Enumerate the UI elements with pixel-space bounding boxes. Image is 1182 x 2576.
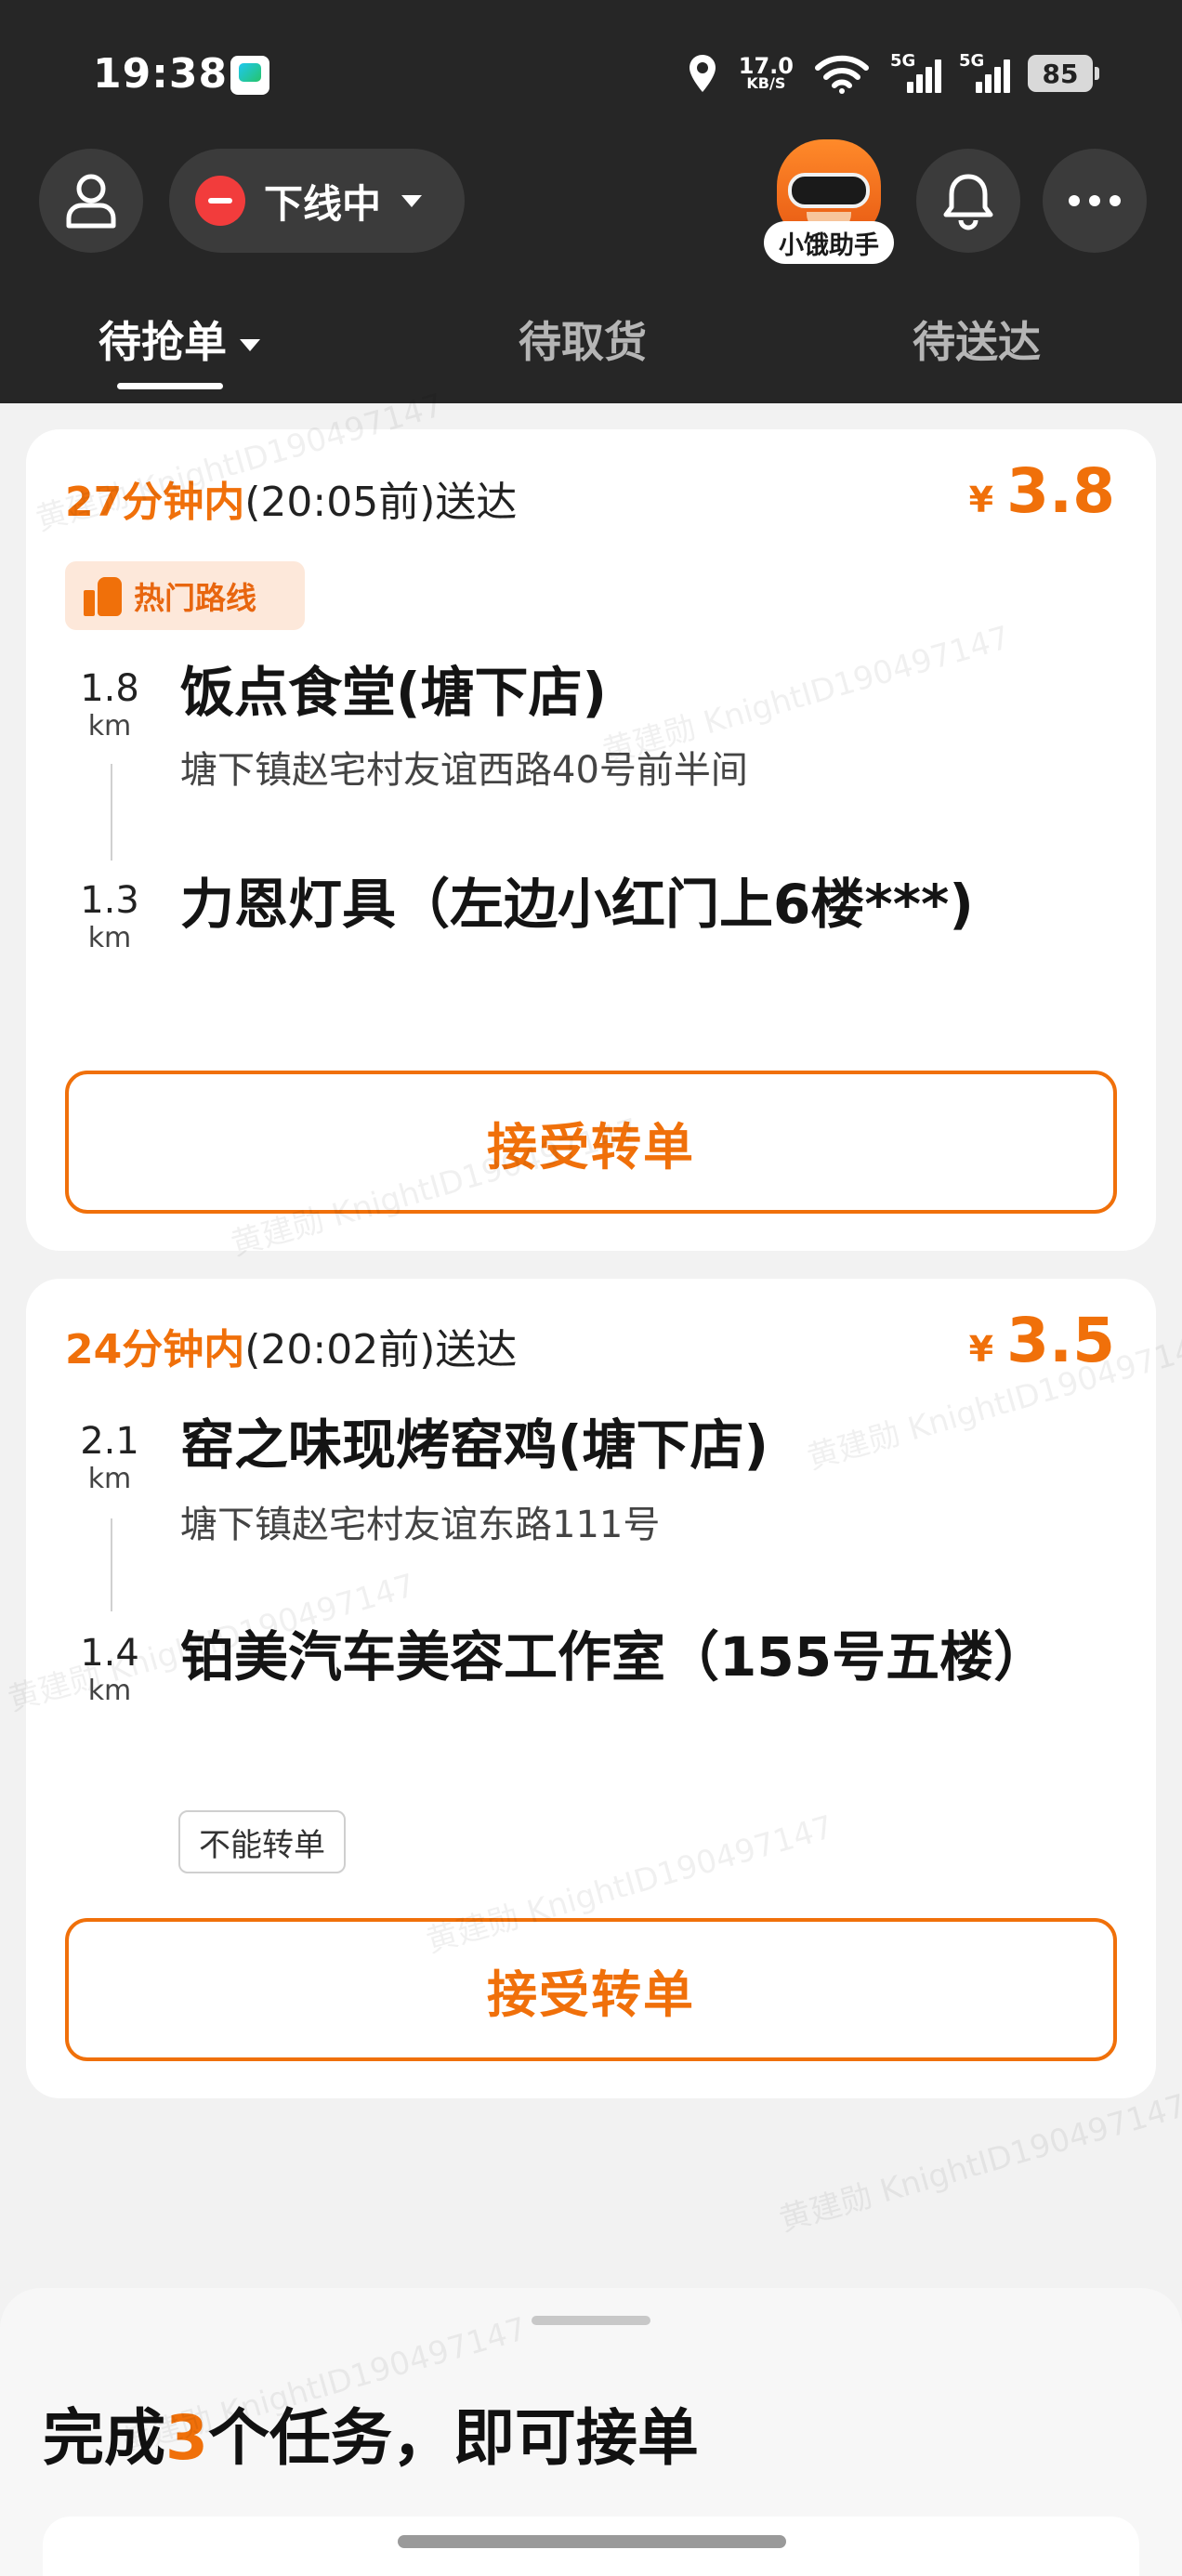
location-icon — [689, 55, 716, 92]
net-speed: 17.0 KB/S — [738, 53, 794, 92]
status-time: 19:38 — [93, 50, 229, 98]
tab-to-deliver-label: 待送达 — [913, 317, 1041, 367]
signal-1-label: 5G — [890, 51, 916, 71]
price-amount: 3.8 — [1006, 455, 1115, 527]
dropoff-name: 铂美汽车美容工作室（155号五楼） — [180, 1625, 1048, 1689]
eta-deadline: (20:05前)送达 — [244, 479, 518, 526]
signal-2-label: 5G — [959, 51, 985, 71]
work-status-toggle[interactable]: 下线中 — [169, 149, 465, 253]
battery-level: 85 — [1042, 58, 1079, 89]
pickup-distance-unit: km — [87, 1463, 132, 1495]
delivery-eta: 24分钟内(20:02前)送达 — [65, 1316, 517, 1375]
assistant-button[interactable]: 小饿助手 — [764, 139, 894, 266]
accept-transfer-button[interactable]: 接受转单 — [65, 1918, 1117, 2061]
more-button[interactable] — [1043, 149, 1147, 253]
price-amount: 3.5 — [1006, 1305, 1115, 1376]
assistant-label: 小饿助手 — [764, 221, 894, 264]
dropoff-distance-unit: km — [87, 1675, 132, 1707]
delivery-eta: 27分钟内(20:05前)送达 — [65, 468, 517, 528]
order-tabs: 待抢单 待取货 待送达 — [0, 297, 1182, 403]
pickup-name: 饭点食堂(塘下店) — [180, 661, 608, 724]
sheet-drag-handle[interactable] — [532, 2316, 650, 2325]
app-notification-icon — [230, 56, 269, 95]
profile-button[interactable] — [39, 149, 143, 253]
task-requirement: 完成3个任务，即可接单 — [43, 2388, 699, 2477]
chevron-down-icon — [240, 339, 260, 351]
user-icon — [66, 174, 116, 229]
pickup-distance: 2.1 km — [72, 1420, 147, 1496]
pickup-distance-value: 1.8 — [80, 667, 139, 710]
pickup-distance: 1.8 km — [72, 667, 147, 743]
route-line — [111, 1518, 112, 1611]
tab-to-grab[interactable]: 待抢单 — [98, 309, 260, 370]
order-price: ¥3.8 — [969, 455, 1115, 527]
pickup-address: 塘下镇赵宅村友谊西路40号前半间 — [180, 749, 748, 792]
eta-highlight: 27分钟内 — [65, 479, 245, 526]
task-prefix: 完成 — [43, 2402, 165, 2474]
dropoff-distance-value: 1.4 — [80, 1632, 139, 1675]
wifi-icon — [815, 55, 869, 94]
home-indicator[interactable] — [398, 2535, 786, 2548]
assistant-visor — [788, 173, 870, 208]
net-speed-value: 17.0 — [738, 53, 794, 79]
top-header: 19:38 17.0 KB/S 5G 5G 85 下线中 小饿助手 待抢单 待取… — [0, 0, 1182, 403]
tab-to-pickup-label: 待取货 — [519, 317, 647, 367]
net-speed-unit: KB/S — [746, 74, 786, 92]
signal-icon-1: 5G — [890, 51, 941, 95]
eta-deadline: (20:02前)送达 — [244, 1326, 518, 1373]
status-bar: 19:38 17.0 KB/S 5G 5G 85 — [0, 0, 1182, 149]
accept-transfer-button[interactable]: 接受转单 — [65, 1071, 1117, 1214]
pickup-address: 塘下镇赵宅村友谊东路111号 — [180, 1504, 661, 1546]
tab-to-deliver[interactable]: 待送达 — [913, 309, 1041, 370]
more-icon — [1069, 195, 1121, 206]
active-tab-indicator — [117, 383, 223, 389]
dropoff-distance-value: 1.3 — [80, 879, 139, 922]
thumbs-up-icon — [84, 575, 123, 616]
dropoff-name: 力恩灯具（左边小红门上6楼***) — [180, 873, 974, 936]
dropoff-distance: 1.4 km — [72, 1632, 147, 1708]
offline-icon — [195, 176, 245, 226]
currency-symbol: ¥ — [968, 1329, 994, 1370]
pickup-distance-unit: km — [87, 710, 132, 743]
status-right: 17.0 KB/S 5G 5G 85 — [687, 50, 1099, 97]
order-card[interactable]: 27分钟内(20:05前)送达 ¥3.8 热门路线 1.8 km 饭点食堂(塘下… — [26, 429, 1156, 1251]
tab-to-grab-label: 待抢单 — [98, 317, 227, 367]
pickup-name: 窑之味现烤窑鸡(塘下店) — [180, 1413, 769, 1477]
hot-route-badge: 热门路线 — [65, 561, 305, 630]
tab-to-pickup[interactable]: 待取货 — [519, 309, 647, 370]
eta-highlight: 24分钟内 — [65, 1326, 245, 1373]
task-bottom-sheet[interactable]: 完成3个任务，即可接单 — [0, 2288, 1182, 2576]
bell-icon — [943, 174, 993, 230]
dropoff-distance-unit: km — [87, 922, 132, 954]
order-price: ¥3.5 — [969, 1305, 1115, 1376]
watermark: 黄建勋 KnightID190497147 — [775, 2087, 1182, 2240]
route-line — [111, 764, 112, 861]
battery-icon: 85 — [1028, 55, 1099, 92]
chevron-down-icon — [401, 194, 423, 207]
hot-route-label: 热门路线 — [134, 580, 256, 616]
dropoff-distance: 1.3 km — [72, 879, 147, 955]
notification-button[interactable] — [916, 149, 1020, 253]
work-status-label: 下线中 — [264, 180, 382, 227]
task-count: 3 — [165, 2402, 208, 2474]
no-transfer-tag: 不能转单 — [178, 1810, 346, 1873]
pickup-distance-value: 2.1 — [80, 1420, 139, 1463]
signal-icon-2: 5G — [959, 51, 1010, 95]
order-card[interactable]: 24分钟内(20:02前)送达 ¥3.5 2.1 km 窑之味现烤窑鸡(塘下店)… — [26, 1279, 1156, 2098]
currency-symbol: ¥ — [968, 480, 994, 520]
task-suffix: 个任务，即可接单 — [207, 2402, 699, 2474]
